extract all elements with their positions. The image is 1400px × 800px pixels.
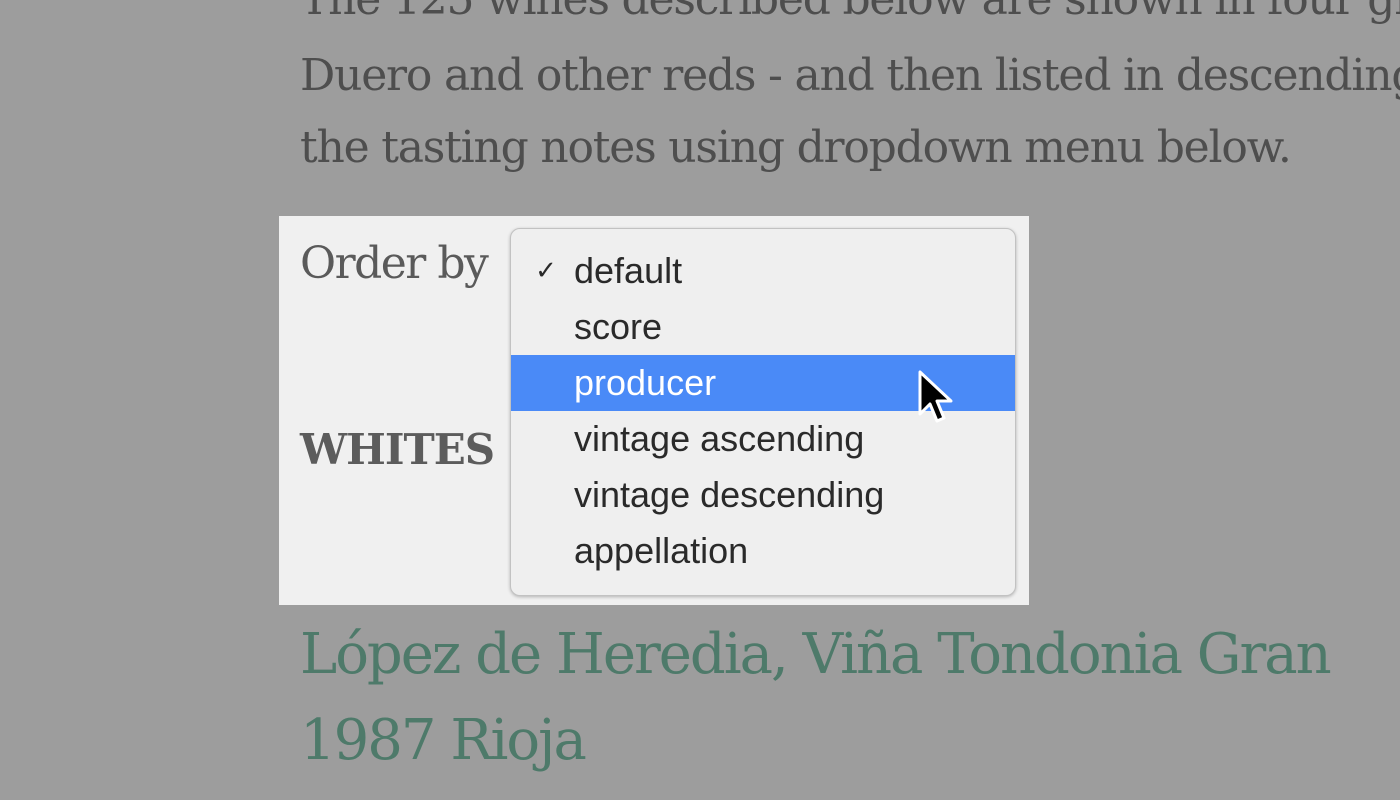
menu-option-vintage-descending[interactable]: vintage descending	[511, 467, 1015, 523]
menu-option-label: default	[574, 250, 683, 291]
menu-option-score[interactable]: score	[511, 299, 1015, 355]
menu-option-label: vintage ascending	[574, 418, 865, 459]
intro-text-line-3: the tasting notes using dropdown menu be…	[300, 122, 1292, 173]
menu-option-label: appellation	[574, 530, 749, 571]
wine-entry-link[interactable]: López de Heredia, Viña Tondonia Gran 198…	[300, 612, 1400, 784]
menu-option-default[interactable]: ✓ default	[511, 243, 1015, 299]
menu-option-label: score	[574, 306, 663, 347]
intro-text-line-1: The 125 wines described below are shown …	[300, 0, 1400, 36]
order-by-label: Order by	[300, 238, 489, 289]
wine-title-line-1: López de Heredia, Viña Tondonia Gran	[300, 622, 1332, 687]
menu-option-label: producer	[574, 362, 717, 403]
menu-option-label: vintage descending	[574, 474, 885, 515]
menu-option-appellation[interactable]: appellation	[511, 523, 1015, 579]
checkmark-icon: ✓	[535, 256, 557, 286]
mouse-pointer-icon	[918, 370, 953, 423]
intro-text-line-2: Duero and other reds - and then listed i…	[300, 50, 1400, 101]
wine-title-line-2: 1987 Rioja	[300, 708, 587, 773]
section-heading-whites: WHITES	[300, 425, 495, 474]
